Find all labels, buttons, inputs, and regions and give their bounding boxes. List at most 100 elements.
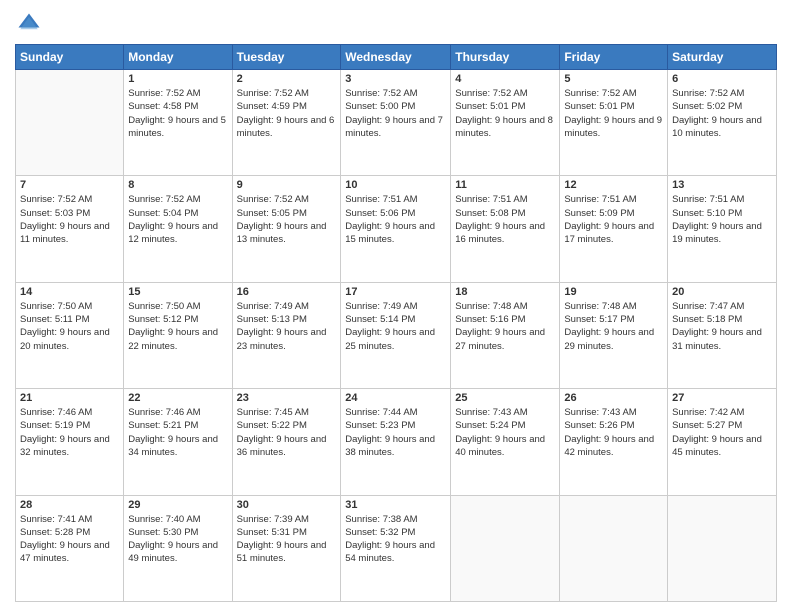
daylight-label: Daylight: 9 hours and 45 minutes. [672,434,762,458]
daylight-label: Daylight: 9 hours and 31 minutes. [672,327,762,351]
day-number: 12 [564,179,663,191]
sunrise-label: Sunrise: 7:43 AM [564,407,636,418]
daylight-label: Daylight: 9 hours and 9 minutes. [564,115,662,139]
day-number: 1 [128,73,227,85]
day-info: Sunrise: 7:52 AM Sunset: 4:58 PM Dayligh… [128,87,227,140]
sunrise-label: Sunrise: 7:52 AM [345,88,417,99]
day-info: Sunrise: 7:48 AM Sunset: 5:16 PM Dayligh… [455,300,555,353]
daylight-label: Daylight: 9 hours and 6 minutes. [237,115,335,139]
day-info: Sunrise: 7:40 AM Sunset: 5:30 PM Dayligh… [128,513,227,566]
day-number: 22 [128,392,227,404]
calendar-cell [668,495,777,601]
day-info: Sunrise: 7:49 AM Sunset: 5:13 PM Dayligh… [237,300,337,353]
calendar-cell: 22 Sunrise: 7:46 AM Sunset: 5:21 PM Dayl… [124,389,232,495]
sunrise-label: Sunrise: 7:47 AM [672,301,744,312]
calendar-cell: 21 Sunrise: 7:46 AM Sunset: 5:19 PM Dayl… [16,389,124,495]
calendar-week-3: 14 Sunrise: 7:50 AM Sunset: 5:11 PM Dayl… [16,282,777,388]
sunrise-label: Sunrise: 7:49 AM [345,301,417,312]
day-info: Sunrise: 7:51 AM Sunset: 5:09 PM Dayligh… [564,193,663,246]
calendar-cell: 20 Sunrise: 7:47 AM Sunset: 5:18 PM Dayl… [668,282,777,388]
sunrise-label: Sunrise: 7:51 AM [564,194,636,205]
day-info: Sunrise: 7:49 AM Sunset: 5:14 PM Dayligh… [345,300,446,353]
day-number: 4 [455,73,555,85]
calendar-week-5: 28 Sunrise: 7:41 AM Sunset: 5:28 PM Dayl… [16,495,777,601]
calendar-cell: 13 Sunrise: 7:51 AM Sunset: 5:10 PM Dayl… [668,176,777,282]
sunset-label: Sunset: 5:32 PM [345,527,415,538]
day-info: Sunrise: 7:51 AM Sunset: 5:10 PM Dayligh… [672,193,772,246]
weekday-header-tuesday: Tuesday [232,45,341,70]
daylight-label: Daylight: 9 hours and 16 minutes. [455,221,545,245]
daylight-label: Daylight: 9 hours and 17 minutes. [564,221,654,245]
sunset-label: Sunset: 5:26 PM [564,420,634,431]
sunset-label: Sunset: 5:23 PM [345,420,415,431]
day-info: Sunrise: 7:52 AM Sunset: 5:02 PM Dayligh… [672,87,772,140]
sunrise-label: Sunrise: 7:50 AM [20,301,92,312]
sunset-label: Sunset: 4:58 PM [128,101,198,112]
day-info: Sunrise: 7:51 AM Sunset: 5:08 PM Dayligh… [455,193,555,246]
calendar-cell: 5 Sunrise: 7:52 AM Sunset: 5:01 PM Dayli… [560,70,668,176]
daylight-label: Daylight: 9 hours and 42 minutes. [564,434,654,458]
day-info: Sunrise: 7:52 AM Sunset: 5:01 PM Dayligh… [455,87,555,140]
day-number: 24 [345,392,446,404]
daylight-label: Daylight: 9 hours and 23 minutes. [237,327,327,351]
sunset-label: Sunset: 5:30 PM [128,527,198,538]
daylight-label: Daylight: 9 hours and 8 minutes. [455,115,553,139]
sunrise-label: Sunrise: 7:40 AM [128,514,200,525]
calendar-cell: 1 Sunrise: 7:52 AM Sunset: 4:58 PM Dayli… [124,70,232,176]
calendar-cell: 3 Sunrise: 7:52 AM Sunset: 5:00 PM Dayli… [341,70,451,176]
calendar-cell: 29 Sunrise: 7:40 AM Sunset: 5:30 PM Dayl… [124,495,232,601]
day-info: Sunrise: 7:38 AM Sunset: 5:32 PM Dayligh… [345,513,446,566]
day-info: Sunrise: 7:50 AM Sunset: 5:12 PM Dayligh… [128,300,227,353]
day-info: Sunrise: 7:39 AM Sunset: 5:31 PM Dayligh… [237,513,337,566]
calendar-cell: 11 Sunrise: 7:51 AM Sunset: 5:08 PM Dayl… [451,176,560,282]
day-info: Sunrise: 7:52 AM Sunset: 4:59 PM Dayligh… [237,87,337,140]
weekday-header-friday: Friday [560,45,668,70]
daylight-label: Daylight: 9 hours and 51 minutes. [237,540,327,564]
day-info: Sunrise: 7:43 AM Sunset: 5:24 PM Dayligh… [455,406,555,459]
day-info: Sunrise: 7:52 AM Sunset: 5:05 PM Dayligh… [237,193,337,246]
calendar-cell: 17 Sunrise: 7:49 AM Sunset: 5:14 PM Dayl… [341,282,451,388]
sunrise-label: Sunrise: 7:49 AM [237,301,309,312]
sunset-label: Sunset: 5:10 PM [672,208,742,219]
day-info: Sunrise: 7:52 AM Sunset: 5:00 PM Dayligh… [345,87,446,140]
calendar-cell: 30 Sunrise: 7:39 AM Sunset: 5:31 PM Dayl… [232,495,341,601]
calendar-cell: 10 Sunrise: 7:51 AM Sunset: 5:06 PM Dayl… [341,176,451,282]
sunset-label: Sunset: 5:27 PM [672,420,742,431]
sunrise-label: Sunrise: 7:41 AM [20,514,92,525]
calendar-week-4: 21 Sunrise: 7:46 AM Sunset: 5:19 PM Dayl… [16,389,777,495]
daylight-label: Daylight: 9 hours and 47 minutes. [20,540,110,564]
sunrise-label: Sunrise: 7:52 AM [237,194,309,205]
sunset-label: Sunset: 5:18 PM [672,314,742,325]
day-info: Sunrise: 7:45 AM Sunset: 5:22 PM Dayligh… [237,406,337,459]
daylight-label: Daylight: 9 hours and 25 minutes. [345,327,435,351]
sunset-label: Sunset: 5:13 PM [237,314,307,325]
calendar-cell: 6 Sunrise: 7:52 AM Sunset: 5:02 PM Dayli… [668,70,777,176]
sunrise-label: Sunrise: 7:48 AM [455,301,527,312]
calendar-cell: 27 Sunrise: 7:42 AM Sunset: 5:27 PM Dayl… [668,389,777,495]
sunrise-label: Sunrise: 7:52 AM [237,88,309,99]
calendar-cell: 8 Sunrise: 7:52 AM Sunset: 5:04 PM Dayli… [124,176,232,282]
day-info: Sunrise: 7:52 AM Sunset: 5:01 PM Dayligh… [564,87,663,140]
sunrise-label: Sunrise: 7:42 AM [672,407,744,418]
calendar-cell: 16 Sunrise: 7:49 AM Sunset: 5:13 PM Dayl… [232,282,341,388]
sunset-label: Sunset: 5:21 PM [128,420,198,431]
sunrise-label: Sunrise: 7:44 AM [345,407,417,418]
sunrise-label: Sunrise: 7:50 AM [128,301,200,312]
sunset-label: Sunset: 4:59 PM [237,101,307,112]
sunset-label: Sunset: 5:28 PM [20,527,90,538]
sunset-label: Sunset: 5:16 PM [455,314,525,325]
sunset-label: Sunset: 5:22 PM [237,420,307,431]
daylight-label: Daylight: 9 hours and 34 minutes. [128,434,218,458]
daylight-label: Daylight: 9 hours and 27 minutes. [455,327,545,351]
weekday-header-wednesday: Wednesday [341,45,451,70]
weekday-header-thursday: Thursday [451,45,560,70]
calendar-cell: 9 Sunrise: 7:52 AM Sunset: 5:05 PM Dayli… [232,176,341,282]
daylight-label: Daylight: 9 hours and 11 minutes. [20,221,110,245]
day-number: 7 [20,179,119,191]
sunset-label: Sunset: 5:09 PM [564,208,634,219]
sunset-label: Sunset: 5:03 PM [20,208,90,219]
daylight-label: Daylight: 9 hours and 49 minutes. [128,540,218,564]
sunset-label: Sunset: 5:24 PM [455,420,525,431]
sunrise-label: Sunrise: 7:52 AM [564,88,636,99]
day-number: 21 [20,392,119,404]
